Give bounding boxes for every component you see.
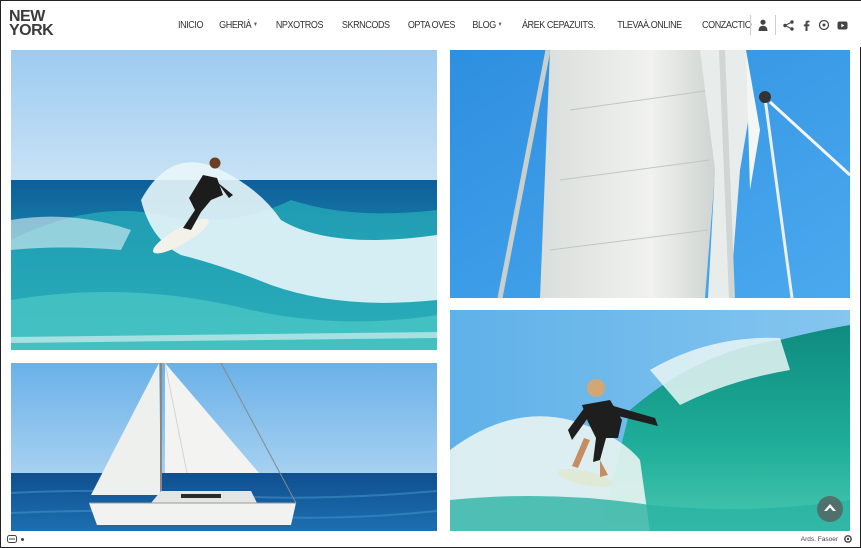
footer-left	[7, 535, 24, 543]
nav-label: GHERIÀ	[219, 19, 252, 31]
divider	[775, 15, 776, 35]
share-icon[interactable]	[782, 19, 794, 31]
nav-label: ÁREK CEPAZUITS.	[521, 19, 596, 31]
scroll-to-top-button[interactable]	[817, 496, 843, 522]
footer-credit[interactable]: Ards. Fasoer	[801, 536, 838, 543]
nav-label: INICIO	[177, 19, 203, 31]
settings-icon[interactable]	[844, 535, 852, 543]
user-icon[interactable]	[757, 19, 769, 31]
surfer-wave-photo[interactable]	[11, 50, 437, 350]
site-header: NEW YORK INICIO GHERIÀ ▼ NPXOTROS SKRNCOD…	[1, 1, 861, 47]
boy-surfer-photo[interactable]	[450, 310, 850, 531]
chevron-up-icon	[824, 504, 836, 511]
nav-label: SKRNCODS	[341, 19, 390, 31]
nav-item-inicio[interactable]: INICIO	[178, 19, 203, 31]
header-tools	[750, 14, 848, 36]
site-logo[interactable]: NEW YORK	[9, 9, 54, 39]
nav-label: NPXOTROS	[275, 19, 324, 31]
main-nav: INICIO GHERIÀ ▼ NPXOTROS SKRNCODS OPTA OV…	[176, 15, 755, 35]
nav-label: TLEVAÀ.ONLINE	[616, 19, 682, 31]
nav-item-blog[interactable]: BLOG ▼	[472, 19, 502, 31]
dot-icon	[21, 537, 24, 541]
cookie-icon[interactable]	[7, 535, 17, 543]
nav-item-area-clientes[interactable]: ÁREK CEPAZUITS.	[521, 19, 596, 31]
nav-item-tienda-online[interactable]: TLEVAÀ.ONLINE	[617, 19, 682, 31]
nav-label: CONZACTIO	[701, 19, 752, 31]
nav-item-contacto[interactable]: CONZACTIO	[701, 19, 752, 31]
nav-item-opta-oves[interactable]: OPTA OVES	[407, 19, 456, 31]
footer-right: Ards. Fasoer	[801, 535, 852, 543]
chevron-down-icon: ▼	[252, 22, 258, 28]
nav-item-galeria[interactable]: GHERIÀ ▼	[219, 19, 258, 31]
logo-line-2: YORK	[9, 22, 54, 39]
nav-item-nosotros[interactable]: NPXOTROS	[275, 19, 324, 31]
sail-mast-photo[interactable]	[450, 50, 850, 298]
chevron-down-icon: ▼	[497, 22, 503, 28]
divider	[750, 15, 751, 35]
nav-label: BLOG	[472, 19, 496, 31]
nav-item-servicios[interactable]: SKRNCODS	[341, 19, 389, 31]
facebook-icon[interactable]	[800, 19, 812, 31]
nav-label: OPTA OVES	[407, 19, 456, 31]
pinterest-icon[interactable]	[818, 19, 830, 31]
youtube-icon[interactable]	[836, 19, 848, 31]
sailboat-photo[interactable]	[11, 363, 437, 531]
